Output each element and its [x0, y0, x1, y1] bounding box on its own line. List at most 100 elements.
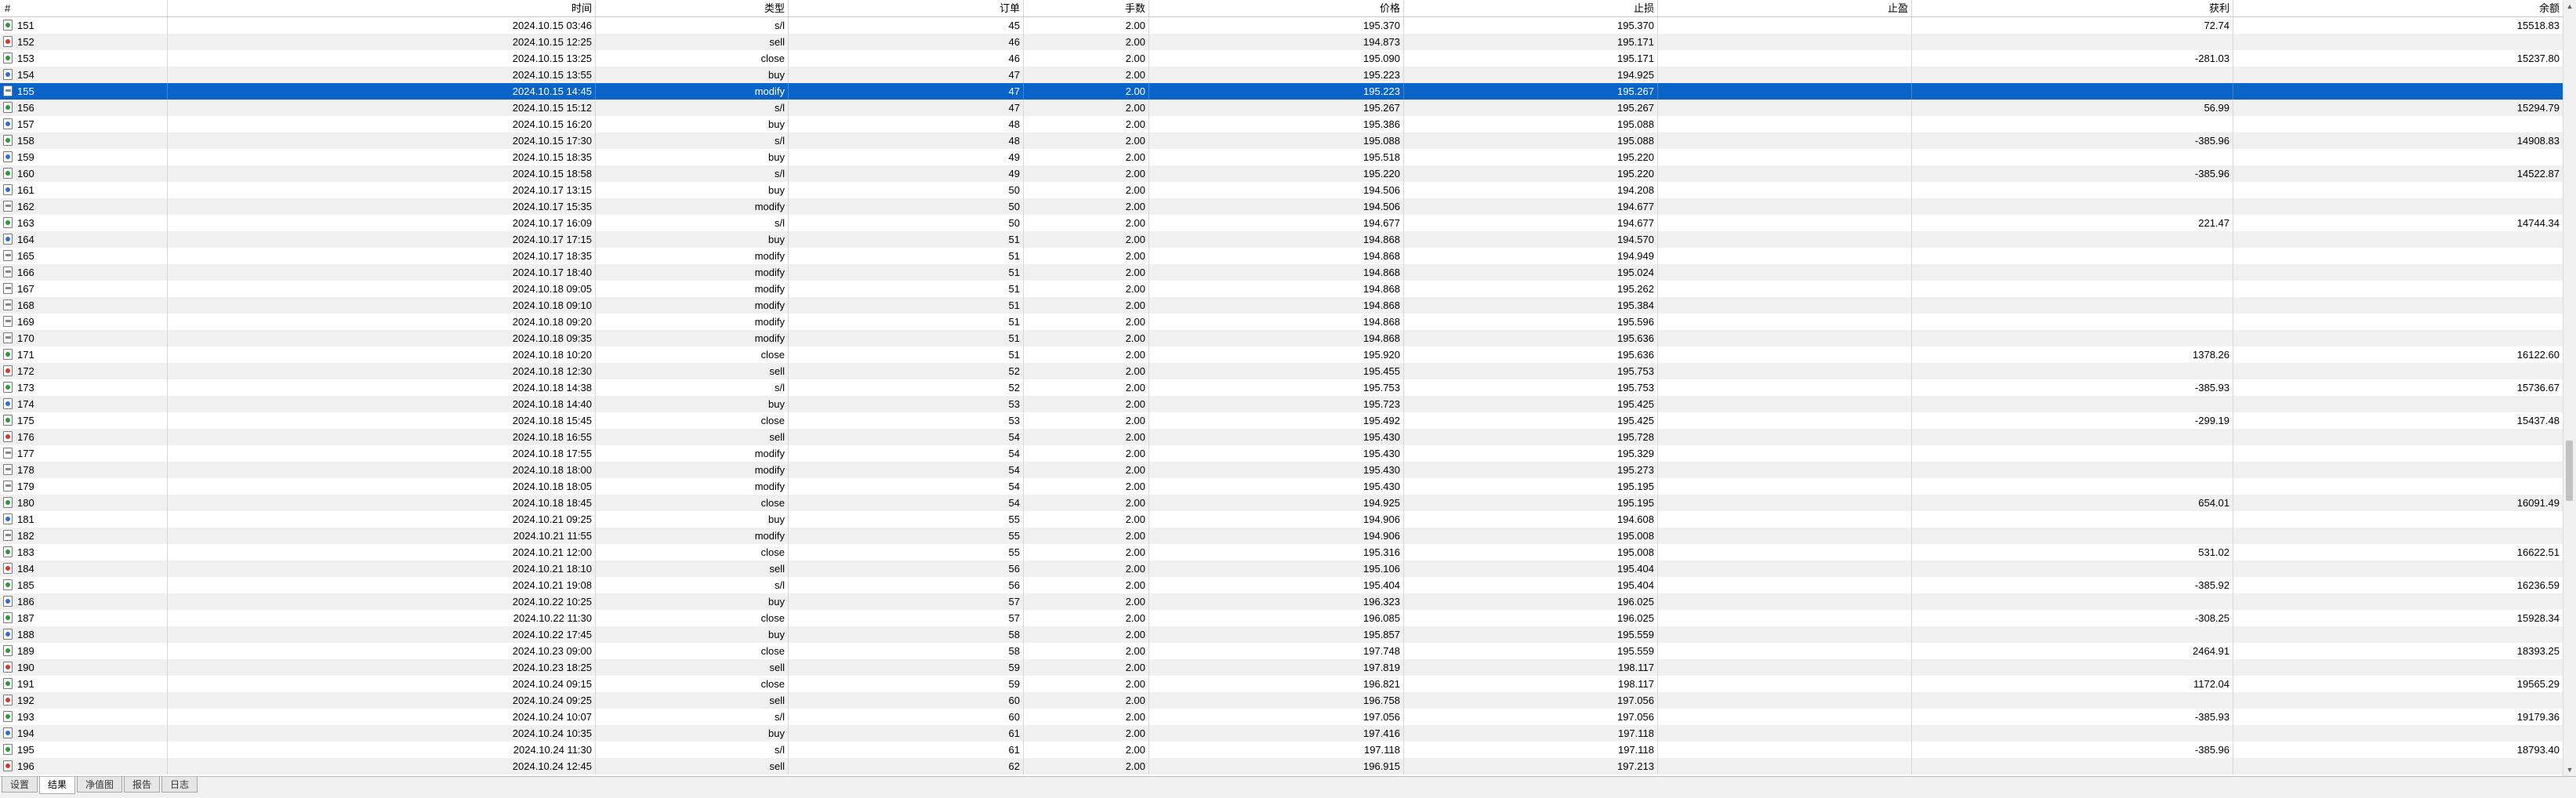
header-col-takeprofit[interactable]: 止盈 [1658, 0, 1912, 16]
table-row[interactable]: 156 2024.10.15 15:12 s/l 47 2.00 195.267 195.2… [0, 100, 2563, 116]
tab-settings[interactable]: 设置 [2, 777, 38, 793]
table-row[interactable]: 165 2024.10.17 18:35 modify 51 2.00 194.868 19… [0, 248, 2563, 264]
scroll-down-icon[interactable]: ▼ [2563, 764, 2576, 776]
cell-balance: 15928.34 [2233, 610, 2563, 626]
table-row[interactable]: 173 2024.10.18 14:38 s/l 52 2.00 195.753 195.7… [0, 379, 2563, 396]
table-row[interactable]: 152 2024.10.15 12:25 sell 46 2.00 194.873 195.… [0, 34, 2563, 50]
header-col-price[interactable]: 价格 [1149, 0, 1404, 16]
table-row[interactable]: 157 2024.10.15 16:20 buy 48 2.00 195.386 195.0… [0, 116, 2563, 132]
table-row[interactable]: 180 2024.10.18 18:45 close 54 2.00 194.925 195… [0, 495, 2563, 511]
table-row[interactable]: 194 2024.10.24 10:35 buy 61 2.00 197.416 197.1… [0, 725, 2563, 742]
cell-profit: 56.99 [1912, 100, 2233, 116]
tab-report[interactable]: 报告 [124, 777, 161, 793]
table-row[interactable]: 179 2024.10.18 18:05 modify 54 2.00 195.430 19… [0, 478, 2563, 495]
table-row[interactable]: 191 2024.10.24 09:15 close 59 2.00 196.821 198… [0, 676, 2563, 692]
table-row[interactable]: 171 2024.10.18 10:20 close 51 2.00 195.920 195… [0, 346, 2563, 363]
table-row[interactable]: 176 2024.10.18 16:55 sell 54 2.00 195.430 195.… [0, 429, 2563, 445]
table-row[interactable]: 187 2024.10.22 11:30 close 57 2.00 196.085 196… [0, 610, 2563, 626]
table-row[interactable]: 177 2024.10.18 17:55 modify 54 2.00 195.430 19… [0, 445, 2563, 462]
row-number: 190 [17, 662, 34, 673]
cell-profit [1912, 758, 2233, 774]
cell-takeprofit [1658, 116, 1912, 132]
cell-profit [1912, 198, 2233, 215]
table-row[interactable]: 169 2024.10.18 09:20 modify 51 2.00 194.868 19… [0, 314, 2563, 330]
tab-journal[interactable]: 日志 [161, 777, 198, 793]
cell-lots: 2.00 [1024, 429, 1149, 445]
cell-lots: 2.00 [1024, 281, 1149, 297]
cell-order: 60 [789, 692, 1024, 709]
cell-price: 197.056 [1149, 709, 1404, 725]
tab-results[interactable]: 结果 [39, 777, 76, 794]
cell-number: 171 [0, 346, 168, 363]
table-row[interactable]: 188 2024.10.22 17:45 buy 58 2.00 195.857 195.5… [0, 626, 2563, 643]
table-row[interactable]: 160 2024.10.15 18:58 s/l 49 2.00 195.220 195.2… [0, 165, 2563, 182]
header-col-lots[interactable]: 手数 [1024, 0, 1149, 16]
table-row[interactable]: 158 2024.10.15 17:30 s/l 48 2.00 195.088 195.0… [0, 132, 2563, 149]
table-row[interactable]: 170 2024.10.18 09:35 modify 51 2.00 194.868 19… [0, 330, 2563, 346]
cell-number: 154 [0, 67, 168, 83]
cell-price: 195.430 [1149, 478, 1404, 495]
table-row[interactable]: 161 2024.10.17 13:15 buy 50 2.00 194.506 194.2… [0, 182, 2563, 198]
table-row[interactable]: 181 2024.10.21 09:25 buy 55 2.00 194.906 194.6… [0, 511, 2563, 528]
cell-price: 195.430 [1149, 429, 1404, 445]
table-row[interactable]: 189 2024.10.23 09:00 close 58 2.00 197.748 195… [0, 643, 2563, 659]
header-col-stoploss[interactable]: 止损 [1404, 0, 1658, 16]
header-col-number[interactable]: # [0, 0, 168, 16]
table-row[interactable]: 159 2024.10.15 18:35 buy 49 2.00 195.518 195.2… [0, 149, 2563, 165]
cell-takeprofit [1658, 34, 1912, 50]
scrollbar-thumb[interactable] [2566, 441, 2573, 501]
table-row[interactable]: 155 2024.10.15 14:45 modify 47 2.00 195.223 19… [0, 83, 2563, 100]
sell-order-icon [3, 431, 13, 442]
cell-takeprofit [1658, 659, 1912, 676]
header-col-balance[interactable]: 余额 [2233, 0, 2563, 16]
vertical-scrollbar[interactable]: ▲ ▼ [2563, 0, 2576, 776]
table-row[interactable]: 183 2024.10.21 12:00 close 55 2.00 195.316 195… [0, 544, 2563, 560]
cell-price: 194.868 [1149, 248, 1404, 264]
table-row[interactable]: 178 2024.10.18 18:00 modify 54 2.00 195.430 19… [0, 462, 2563, 478]
cell-time: 2024.10.15 18:58 [168, 165, 596, 182]
table-row[interactable]: 182 2024.10.21 11:55 modify 55 2.00 194.906 19… [0, 528, 2563, 544]
table-row[interactable]: 167 2024.10.18 09:05 modify 51 2.00 194.868 19… [0, 281, 2563, 297]
table-row[interactable]: 164 2024.10.17 17:15 buy 51 2.00 194.868 194.5… [0, 231, 2563, 248]
table-row[interactable]: 192 2024.10.24 09:25 sell 60 2.00 196.758 197.… [0, 692, 2563, 709]
table-row[interactable]: 172 2024.10.18 12:30 sell 52 2.00 195.455 195.… [0, 363, 2563, 379]
table-row[interactable]: 153 2024.10.15 13:25 close 46 2.00 195.090 195… [0, 50, 2563, 67]
header-col-order[interactable]: 订单 [789, 0, 1024, 16]
header-col-time[interactable]: 时间 [168, 0, 596, 16]
table-row[interactable]: 196 2024.10.24 12:45 sell 62 2.00 196.915 197.… [0, 758, 2563, 774]
close-order-icon [3, 678, 13, 689]
table-row[interactable]: 184 2024.10.21 18:10 sell 56 2.00 195.106 195.… [0, 560, 2563, 577]
table-row[interactable]: 193 2024.10.24 10:07 s/l 60 2.00 197.056 197.0… [0, 709, 2563, 725]
modify-order-icon [3, 283, 13, 294]
table-row[interactable]: 162 2024.10.17 15:35 modify 50 2.00 194.506 19… [0, 198, 2563, 215]
table-row[interactable]: 163 2024.10.17 16:09 s/l 50 2.00 194.677 194.6… [0, 215, 2563, 231]
table-row[interactable]: 168 2024.10.18 09:10 modify 51 2.00 194.868 19… [0, 297, 2563, 314]
cell-takeprofit [1658, 149, 1912, 165]
table-row[interactable]: 154 2024.10.15 13:55 buy 47 2.00 195.223 194.9… [0, 67, 2563, 83]
cell-order: 46 [789, 50, 1024, 67]
table-row[interactable]: 175 2024.10.18 15:45 close 53 2.00 195.492 195… [0, 412, 2563, 429]
header-col-type[interactable]: 类型 [596, 0, 789, 16]
cell-number: 156 [0, 100, 168, 116]
table-row[interactable]: 185 2024.10.21 19:08 s/l 56 2.00 195.404 195.4… [0, 577, 2563, 593]
cell-order: 48 [789, 132, 1024, 149]
cell-balance [2233, 83, 2563, 100]
row-number: 170 [17, 332, 34, 344]
table-row[interactable]: 190 2024.10.23 18:25 sell 59 2.00 197.819 198.… [0, 659, 2563, 676]
tab-equity-chart[interactable]: 净值图 [77, 777, 123, 793]
cell-profit: 221.47 [1912, 215, 2233, 231]
header-col-profit[interactable]: 获利 [1912, 0, 2233, 16]
table-row[interactable]: 186 2024.10.22 10:25 buy 57 2.00 196.323 196.0… [0, 593, 2563, 610]
table-row[interactable]: 195 2024.10.24 11:30 s/l 61 2.00 197.118 197.1… [0, 742, 2563, 758]
cell-price: 195.920 [1149, 346, 1404, 363]
table-row[interactable]: 151 2024.10.15 03:46 s/l 45 2.00 195.370 195.3… [0, 17, 2563, 34]
scroll-up-icon[interactable]: ▲ [2563, 0, 2576, 13]
cell-number: 184 [0, 560, 168, 577]
cell-stoploss: 195.024 [1404, 264, 1658, 281]
table-row[interactable]: 174 2024.10.18 14:40 buy 53 2.00 195.723 195.4… [0, 396, 2563, 412]
row-number: 151 [17, 20, 34, 31]
cell-profit: -385.93 [1912, 379, 2233, 396]
cell-price: 194.873 [1149, 34, 1404, 50]
cell-balance: 15518.83 [2233, 17, 2563, 34]
table-row[interactable]: 166 2024.10.17 18:40 modify 51 2.00 194.868 19… [0, 264, 2563, 281]
